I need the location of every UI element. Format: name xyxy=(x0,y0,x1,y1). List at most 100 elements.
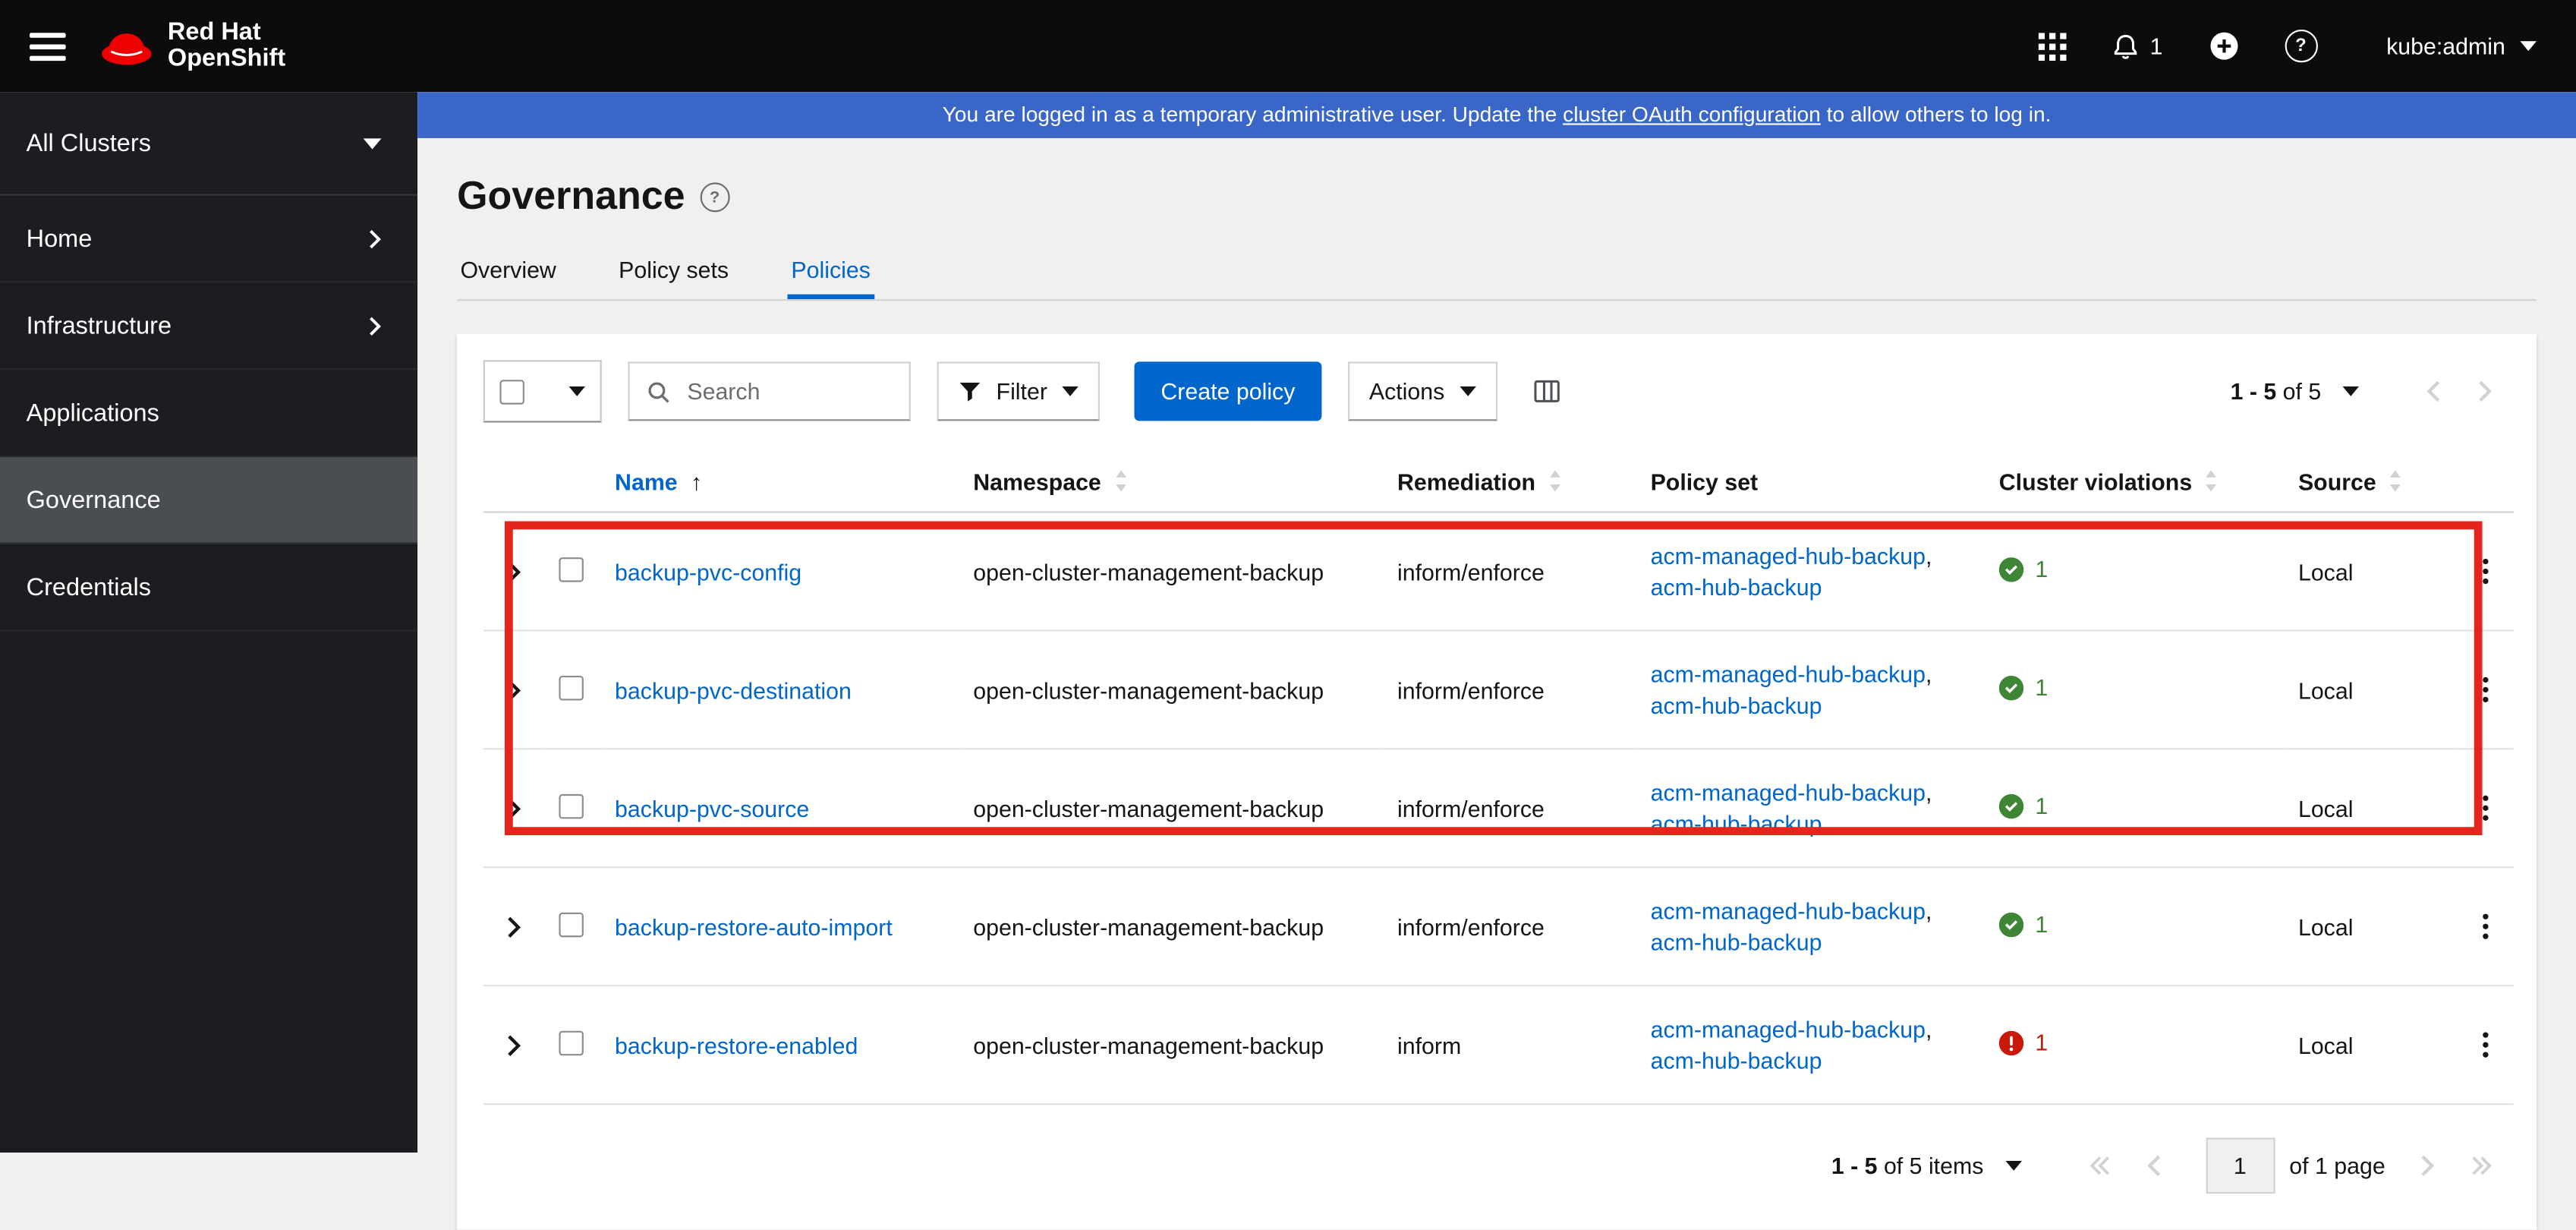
login-notice-banner: You are logged in as a temporary adminis… xyxy=(417,92,2576,138)
sort-both-icon xyxy=(2390,470,2401,492)
nav-toggle-button[interactable] xyxy=(29,32,66,61)
check-circle-icon xyxy=(1998,912,2024,937)
chevron-right-icon xyxy=(508,797,521,819)
policy-set-link[interactable]: acm-managed-hub-backup xyxy=(1651,660,1926,686)
policy-set-separator: , xyxy=(1926,897,1932,923)
pagination-options-toggle[interactable] xyxy=(2336,386,2366,396)
column-header-cluster-violations[interactable]: Cluster violations xyxy=(1986,442,2285,513)
policy-name-link[interactable]: backup-pvc-destination xyxy=(615,676,852,703)
source-cell: Local xyxy=(2285,749,2456,869)
remediation-cell: inform/enforce xyxy=(1384,630,1638,750)
sidebar-item-home[interactable]: Home xyxy=(0,196,418,283)
policy-set-link[interactable]: acm-managed-hub-backup xyxy=(1651,778,1926,805)
first-page-button[interactable] xyxy=(2071,1154,2128,1177)
add-button[interactable] xyxy=(2209,31,2238,61)
oauth-configuration-link[interactable]: cluster OAuth configuration xyxy=(1563,102,1821,126)
expand-row-button[interactable] xyxy=(496,672,531,708)
policy-set-link[interactable]: acm-managed-hub-backup xyxy=(1651,1015,1926,1042)
policy-set-link[interactable]: acm-hub-backup xyxy=(1651,573,1822,600)
policy-set-link[interactable]: acm-managed-hub-backup xyxy=(1651,542,1926,569)
violations-count-link[interactable]: 1 xyxy=(2035,793,2048,819)
notifications-button[interactable]: 1 xyxy=(2112,32,2163,60)
violations-count-link[interactable]: 1 xyxy=(2035,1030,2048,1056)
expand-row-button[interactable] xyxy=(496,908,531,945)
pagination-range: 1 - 5 xyxy=(2230,378,2277,405)
namespace-cell: open-cluster-management-backup xyxy=(959,630,1384,750)
current-page-input[interactable] xyxy=(2205,1137,2275,1194)
manage-columns-button[interactable] xyxy=(1530,375,1563,408)
pagination-options-toggle[interactable] xyxy=(1998,1160,2028,1171)
policy-set-link[interactable]: acm-hub-backup xyxy=(1651,692,1822,718)
actions-dropdown[interactable]: Actions xyxy=(1347,361,1497,421)
bulk-select-checkbox[interactable] xyxy=(499,379,524,404)
source-cell: Local xyxy=(2285,867,2456,987)
row-kebab-menu-button[interactable] xyxy=(2469,787,2502,828)
bottom-pagination: 1 - 5 of 5 items 1 of 1 page xyxy=(483,1105,2511,1230)
policy-set-link[interactable]: acm-hub-backup xyxy=(1651,1046,1822,1073)
row-kebab-menu-button[interactable] xyxy=(2469,906,2502,947)
row-kebab-menu-button[interactable] xyxy=(2469,1024,2502,1065)
violations-count-link[interactable]: 1 xyxy=(2035,911,2048,938)
row-checkbox[interactable] xyxy=(559,1030,584,1055)
filter-label: Filter xyxy=(996,378,1047,405)
page-help-icon[interactable]: ? xyxy=(700,182,730,213)
namespace-cell: open-cluster-management-backup xyxy=(959,749,1384,869)
kebab-icon xyxy=(2483,913,2489,939)
user-menu-button[interactable]: kube:admin xyxy=(2386,33,2537,59)
policy-name-link[interactable]: backup-pvc-source xyxy=(615,795,809,822)
last-page-button[interactable] xyxy=(2453,1154,2511,1177)
next-page-button[interactable] xyxy=(2459,380,2510,402)
remediation-cell: inform/enforce xyxy=(1384,749,1638,869)
row-checkbox[interactable] xyxy=(559,674,584,700)
policy-name-link[interactable]: backup-restore-auto-import xyxy=(615,913,893,940)
row-kebab-menu-button[interactable] xyxy=(2469,550,2502,591)
row-checkbox[interactable] xyxy=(559,911,584,937)
policy-set-separator: , xyxy=(1926,778,1932,806)
remediation-header-label: Remediation xyxy=(1397,468,1536,495)
policy-name-link[interactable]: backup-restore-enabled xyxy=(615,1032,858,1058)
next-page-button[interactable] xyxy=(2401,1154,2452,1177)
column-header-remediation[interactable]: Remediation xyxy=(1384,442,1638,513)
row-checkbox[interactable] xyxy=(559,793,584,818)
previous-page-button[interactable] xyxy=(2408,380,2459,402)
policy-name-link[interactable]: backup-pvc-config xyxy=(615,558,801,585)
app-launcher-button[interactable] xyxy=(2038,32,2067,61)
tab-bar: Overview Policy sets Policies xyxy=(457,257,2537,301)
sidebar-item-governance[interactable]: Governance xyxy=(0,457,418,544)
row-kebab-menu-button[interactable] xyxy=(2469,669,2502,710)
sidebar-item-credentials[interactable]: Credentials xyxy=(0,544,418,632)
cluster-selector[interactable]: All Clusters xyxy=(0,92,418,196)
chevron-right-icon xyxy=(508,1034,521,1055)
search-input[interactable] xyxy=(684,376,893,406)
create-policy-button[interactable]: Create policy xyxy=(1134,361,1322,421)
bell-icon xyxy=(2114,33,2137,58)
sidebar-item-infrastructure[interactable]: Infrastructure xyxy=(0,282,418,371)
previous-page-button[interactable] xyxy=(2128,1154,2179,1177)
policy-set-link[interactable]: acm-hub-backup xyxy=(1651,928,1822,954)
expand-row-button[interactable] xyxy=(496,554,531,590)
column-header-source[interactable]: Source xyxy=(2285,442,2456,513)
tab-overview[interactable]: Overview xyxy=(457,257,559,299)
column-header-namespace[interactable]: Namespace xyxy=(959,442,1384,513)
chevron-right-icon xyxy=(2421,1155,2435,1177)
filter-dropdown[interactable]: Filter xyxy=(937,361,1101,421)
column-header-name[interactable]: Name ↑ xyxy=(601,442,960,513)
banner-text-before: You are logged in as a temporary adminis… xyxy=(942,102,1564,127)
expand-row-button[interactable] xyxy=(496,790,531,827)
name-header-label[interactable]: Name xyxy=(615,468,678,495)
double-chevron-left-icon xyxy=(2089,1156,2109,1175)
tab-policy-sets[interactable]: Policy sets xyxy=(616,257,732,299)
sidebar-item-applications[interactable]: Applications xyxy=(0,370,418,458)
policy-set-link[interactable]: acm-managed-hub-backup xyxy=(1651,897,1926,923)
column-header-policy-set[interactable]: Policy set xyxy=(1637,442,1986,513)
policy-set-link[interactable]: acm-hub-backup xyxy=(1651,809,1822,836)
expand-row-button[interactable] xyxy=(496,1027,531,1063)
caret-down-icon xyxy=(1062,386,1079,396)
tab-policies[interactable]: Policies xyxy=(788,257,874,299)
violations-count-link[interactable]: 1 xyxy=(2035,556,2048,582)
violations-count-link[interactable]: 1 xyxy=(2035,674,2048,701)
help-button[interactable]: ? xyxy=(2284,29,2318,63)
exclamation-circle-icon xyxy=(1998,1030,2024,1055)
bulk-select-dropdown[interactable] xyxy=(483,360,602,423)
row-checkbox[interactable] xyxy=(559,557,584,582)
